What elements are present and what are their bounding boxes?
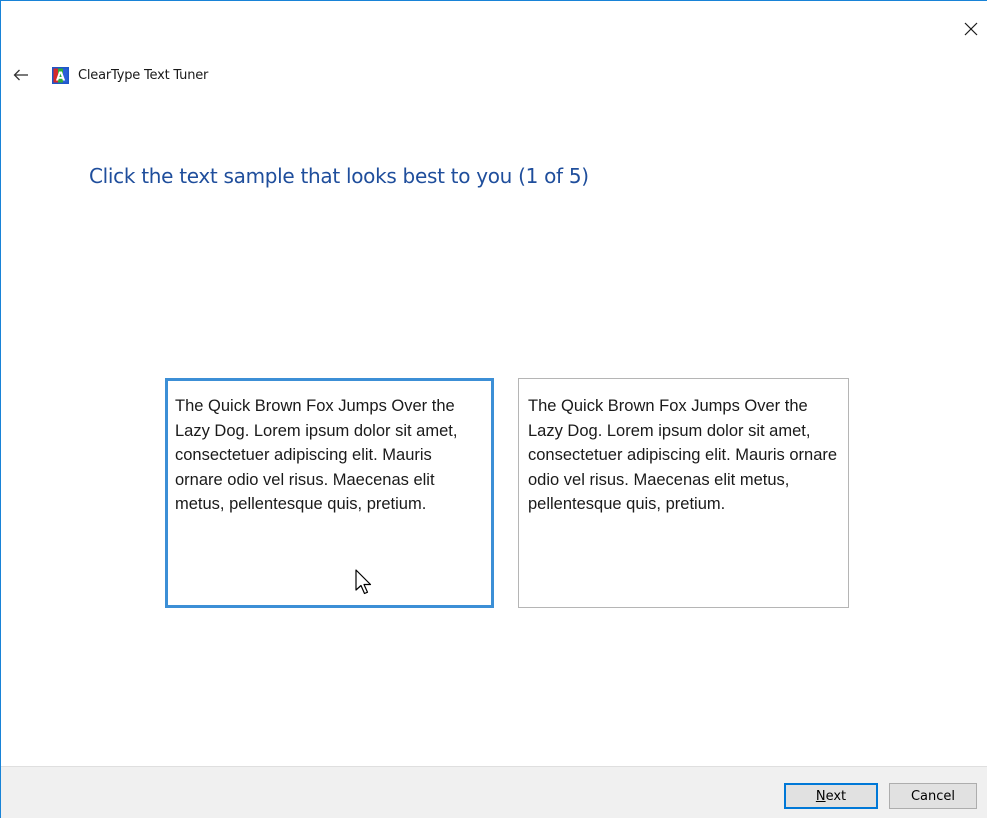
close-icon <box>964 22 978 36</box>
button-bar: Next Cancel <box>1 766 987 818</box>
text-sample-1[interactable]: The Quick Brown Fox Jumps Over the Lazy … <box>165 378 494 608</box>
sample-text: The Quick Brown Fox Jumps Over the Lazy … <box>528 397 838 513</box>
cleartype-window: A ClearType Text Tuner Click the text sa… <box>0 0 987 818</box>
next-mnemonic: N <box>815 788 826 804</box>
cancel-button[interactable]: Cancel <box>889 783 977 809</box>
arrow-left-icon <box>13 66 29 85</box>
close-button[interactable] <box>955 15 987 43</box>
text-sample-2[interactable]: The Quick Brown Fox Jumps Over the Lazy … <box>518 378 849 608</box>
back-button[interactable] <box>11 65 31 85</box>
cleartype-icon: A <box>52 66 69 84</box>
sample-text: The Quick Brown Fox Jumps Over the Lazy … <box>175 397 458 513</box>
svg-text:A: A <box>56 69 66 83</box>
next-label: ext <box>825 788 847 804</box>
page-heading: Click the text sample that looks best to… <box>89 164 589 188</box>
window-title: ClearType Text Tuner <box>78 67 209 83</box>
next-button[interactable]: Next <box>784 783 878 809</box>
title-bar: A ClearType Text Tuner <box>11 63 208 87</box>
